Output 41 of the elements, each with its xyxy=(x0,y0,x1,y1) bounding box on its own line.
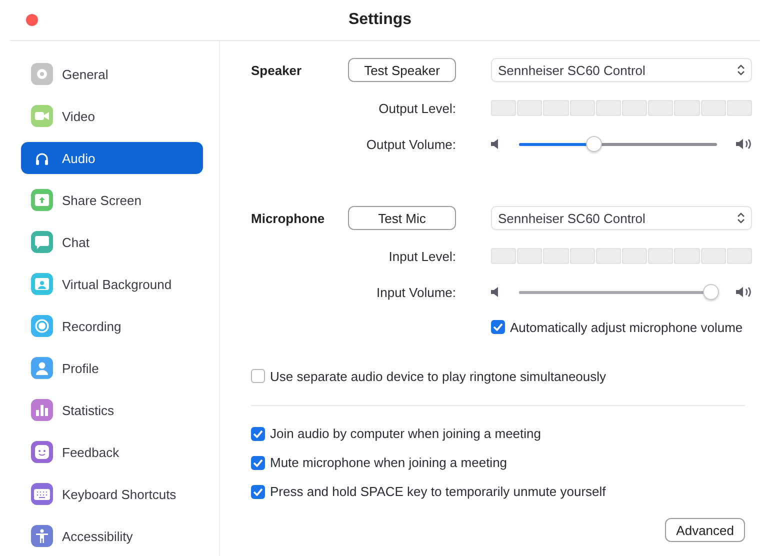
window-title: Settings xyxy=(348,11,412,29)
advanced-button[interactable]: Advanced xyxy=(665,518,745,542)
checkbox-label: Press and hold SPACE key to temporarily unmute yourself xyxy=(270,484,606,499)
test-button[interactable]: Test Mic xyxy=(348,206,456,230)
field-label: Output Volume: xyxy=(365,136,456,152)
chevron-icon xyxy=(737,212,745,224)
field-label: Output Level: xyxy=(378,100,456,116)
device-dropdown[interactable]: Sennheiser SC60 Control xyxy=(491,58,752,82)
sidebar-item[interactable]: Share Screen xyxy=(21,184,203,216)
checkbox[interactable] xyxy=(251,484,265,498)
sidebar-item[interactable]: Video xyxy=(21,100,203,132)
section-label: Speaker xyxy=(251,62,303,78)
sidebar-item[interactable]: Virtual Background xyxy=(21,268,203,300)
sidebar-item[interactable]: Feedback xyxy=(21,436,203,468)
speaker-quiet-icon xyxy=(491,287,500,297)
sidebar-item[interactable]: General xyxy=(21,58,203,90)
sidebar-item[interactable]: Audio xyxy=(21,142,203,174)
section-label: Microphone xyxy=(251,210,326,226)
field-label: Input Volume: xyxy=(376,284,456,300)
sidebar-item[interactable]: Chat xyxy=(21,226,203,258)
field-label: Input Level: xyxy=(388,248,456,264)
checkbox[interactable] xyxy=(251,426,265,440)
checkbox-label: Automatically adjust microphone volume xyxy=(510,320,743,334)
speaker-loud-icon xyxy=(736,139,752,149)
checkbox-label: Mute microphone when joining a meeting xyxy=(270,455,508,470)
sidebar-item[interactable]: Profile xyxy=(21,352,203,384)
speaker-quiet-icon xyxy=(491,139,500,149)
checkbox[interactable] xyxy=(251,369,265,383)
chevron-icon xyxy=(737,64,745,76)
sidebar-item[interactable]: Recording xyxy=(21,310,203,342)
checkbox-label: Use separate audio device to play ringtone simultaneously xyxy=(270,368,606,384)
checkbox[interactable] xyxy=(251,456,265,470)
device-dropdown[interactable]: Sennheiser SC60 Control xyxy=(491,206,752,230)
sidebar-item[interactable]: Statistics xyxy=(21,394,203,426)
sidebar-item[interactable]: Keyboard Shortcuts xyxy=(21,478,203,510)
speaker-loud-icon xyxy=(736,287,752,297)
checkbox-label: Join audio by computer when joining a meeting xyxy=(270,426,542,441)
close-button[interactable] xyxy=(26,14,38,26)
sidebar-item[interactable]: Accessibility xyxy=(21,520,203,552)
test-button[interactable]: Test Speaker xyxy=(348,58,456,82)
checkbox[interactable] xyxy=(491,320,505,334)
